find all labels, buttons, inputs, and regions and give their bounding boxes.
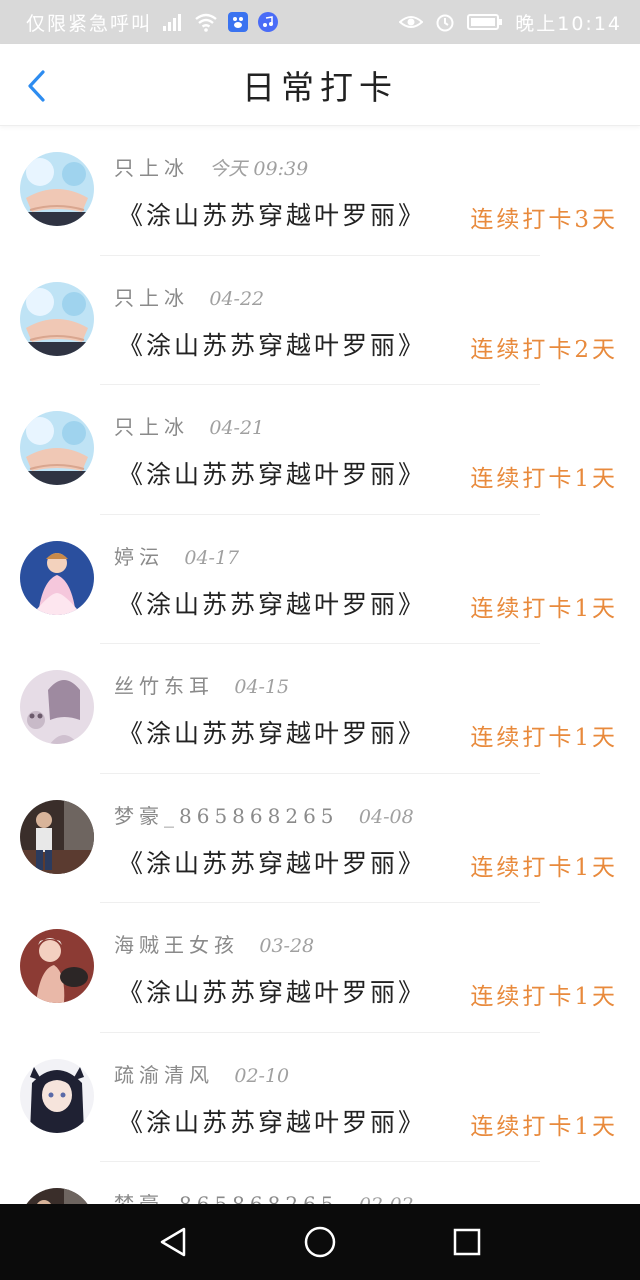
streak-badge: 连续打卡1天 <box>470 595 618 622</box>
checkin-list: 只上冰 今天 09:39 《涂山苏苏穿越叶罗丽》 连续打卡3天 只上冰 04-2… <box>0 126 640 1204</box>
meta-line: 只上冰 04-22 <box>114 282 264 311</box>
baidu-icon <box>228 12 249 32</box>
book-title[interactable]: 《涂山苏苏穿越叶罗丽》 <box>118 1103 426 1139</box>
status-bar: 仅限紧急呼叫 晚上10:14 <box>0 0 640 44</box>
system-nav-bar <box>0 1204 640 1280</box>
avatar[interactable] <box>20 799 94 874</box>
book-title[interactable]: 《涂山苏苏穿越叶罗丽》 <box>118 196 426 232</box>
book-title[interactable]: 《涂山苏苏穿越叶罗丽》 <box>118 585 426 621</box>
alarm-icon <box>435 12 455 32</box>
book-title[interactable]: 《涂山苏苏穿越叶罗丽》 <box>118 714 426 750</box>
meta-line: 婷沄 04-17 <box>114 541 239 570</box>
meta-line: 梦豪_865868265 02-02 <box>114 1188 414 1204</box>
meta-line: 海贼王女孩 03-28 <box>114 929 314 958</box>
avatar[interactable] <box>20 1058 94 1133</box>
nav-back-icon <box>161 1227 186 1257</box>
post-time: 04-22 <box>209 287 265 310</box>
streak-badge: 连续打卡1天 <box>470 854 618 881</box>
back-button[interactable] <box>18 66 54 106</box>
book-title[interactable]: 《涂山苏苏穿越叶罗丽》 <box>118 326 426 362</box>
header: 日常打卡 <box>0 44 640 126</box>
avatar[interactable] <box>20 929 94 1003</box>
post-time: 04-17 <box>184 546 240 569</box>
meta-line: 疏渝清风 02-10 <box>114 1059 289 1088</box>
nav-back-button[interactable] <box>143 1212 203 1272</box>
streak-badge: 连续打卡1天 <box>470 725 618 751</box>
avatar[interactable] <box>20 152 94 226</box>
avatar[interactable] <box>20 540 94 615</box>
avatar[interactable] <box>20 1188 94 1204</box>
post-time: 02-02 <box>359 1194 414 1204</box>
post-time: 03-28 <box>259 935 315 957</box>
user-name[interactable]: 只上冰 <box>114 156 189 180</box>
post-time: 04-21 <box>209 417 265 439</box>
post-time: 02-10 <box>234 1064 290 1087</box>
user-name[interactable]: 只上冰 <box>114 415 189 439</box>
checkin-item[interactable]: 只上冰 04-22 《涂山苏苏穿越叶罗丽》 连续打卡2天 <box>0 256 640 385</box>
streak-badge: 连续打卡1天 <box>470 984 618 1010</box>
nav-recents-icon <box>453 1228 480 1256</box>
meta-line: 梦豪_865868265 04-08 <box>114 800 414 829</box>
user-name[interactable]: 婷沄 <box>114 545 164 569</box>
chevron-left-icon <box>28 70 45 102</box>
book-title[interactable]: 《涂山苏苏穿越叶罗丽》 <box>118 844 426 880</box>
meta-line: 只上冰 今天 09:39 <box>114 152 308 181</box>
checkin-item[interactable]: 婷沄 04-17 《涂山苏苏穿越叶罗丽》 连续打卡1天 <box>0 515 640 644</box>
music-icon <box>258 12 279 32</box>
book-title[interactable]: 《涂山苏苏穿越叶罗丽》 <box>118 455 426 491</box>
checkin-item[interactable]: 梦豪_865868265 04-08 《涂山苏苏穿越叶罗丽》 连续打卡1天 <box>0 774 640 903</box>
post-time: 04-08 <box>358 805 414 828</box>
user-name[interactable]: 疏渝清风 <box>114 1063 214 1087</box>
nav-recents-button[interactable] <box>437 1212 497 1272</box>
wifi-icon <box>194 12 218 32</box>
nav-home-icon <box>304 1226 336 1258</box>
checkin-item[interactable]: 海贼王女孩 03-28 《涂山苏苏穿越叶罗丽》 连续打卡1天 <box>0 903 640 1033</box>
checkin-item[interactable]: 丝竹东耳 04-15 《涂山苏苏穿越叶罗丽》 连续打卡1天 <box>0 644 640 774</box>
user-name[interactable]: 梦豪_865868265 <box>114 1192 339 1204</box>
post-time: 04-15 <box>234 676 290 698</box>
streak-badge: 连续打卡3天 <box>470 207 618 233</box>
avatar[interactable] <box>20 281 94 356</box>
user-name[interactable]: 丝竹东耳 <box>114 674 214 698</box>
nav-home-button[interactable] <box>290 1212 350 1272</box>
user-name[interactable]: 海贼王女孩 <box>114 933 239 957</box>
meta-line: 只上冰 04-21 <box>114 411 264 440</box>
streak-badge: 连续打卡1天 <box>470 1113 618 1140</box>
eye-icon <box>399 14 424 30</box>
checkin-item[interactable]: 疏渝清风 02-10 《涂山苏苏穿越叶罗丽》 连续打卡1天 <box>0 1033 640 1162</box>
avatar[interactable] <box>20 670 94 744</box>
signal-icon <box>162 12 184 32</box>
carrier-text: 仅限紧急呼叫 <box>26 12 153 35</box>
page-title: 日常打卡 <box>242 67 398 107</box>
book-title[interactable]: 《涂山苏苏穿越叶罗丽》 <box>118 973 426 1009</box>
streak-badge: 连续打卡2天 <box>470 336 618 363</box>
user-name[interactable]: 梦豪_865868265 <box>114 804 339 828</box>
checkin-item[interactable]: 只上冰 今天 09:39 《涂山苏苏穿越叶罗丽》 连续打卡3天 <box>0 126 640 256</box>
clock-text: 晚上10:14 <box>515 12 622 35</box>
user-name[interactable]: 只上冰 <box>114 286 189 310</box>
streak-badge: 连续打卡1天 <box>470 466 618 492</box>
battery-icon <box>467 13 503 31</box>
post-time: 今天 09:39 <box>209 158 309 180</box>
meta-line: 丝竹东耳 04-15 <box>114 670 289 699</box>
avatar[interactable] <box>20 411 94 485</box>
checkin-item[interactable]: 只上冰 04-21 《涂山苏苏穿越叶罗丽》 连续打卡1天 <box>0 385 640 515</box>
checkin-item[interactable]: 梦豪_865868265 02-02 <box>0 1162 640 1204</box>
